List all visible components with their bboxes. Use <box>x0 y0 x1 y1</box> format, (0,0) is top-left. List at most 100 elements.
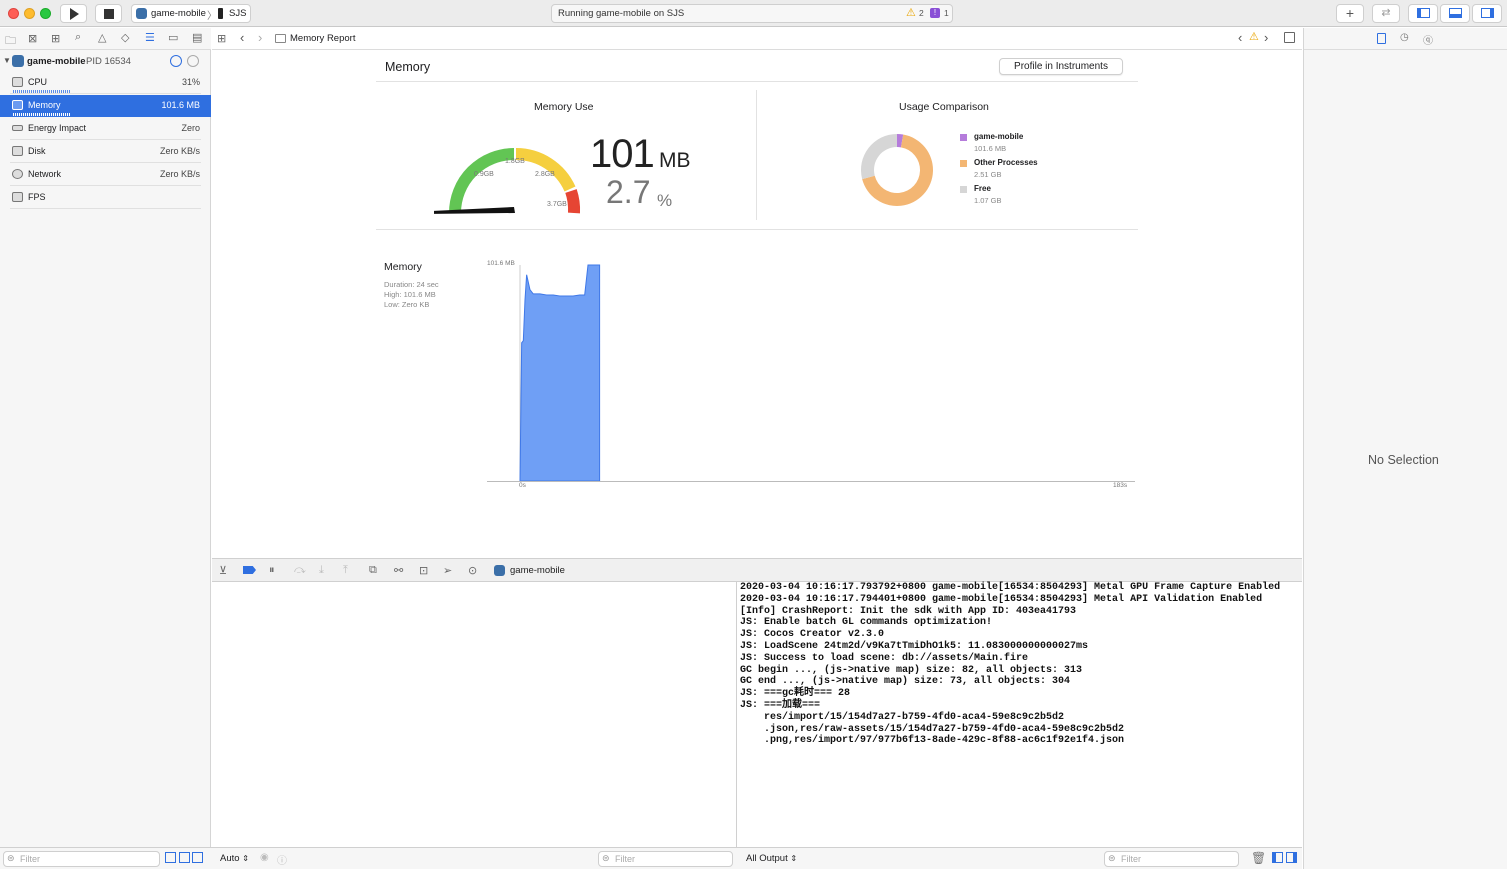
toggle-navigator-button[interactable] <box>1408 4 1438 23</box>
graph-low: Low: Zero KB <box>384 300 430 309</box>
gauge-tick-label: 0.9GB <box>474 171 494 178</box>
zoom-window-button[interactable] <box>40 8 51 19</box>
forward-chevron-icon[interactable]: › <box>258 30 262 45</box>
quick-look-eye-icon[interactable]: ◉ <box>260 852 269 863</box>
test-diamond-icon[interactable]: ◇ <box>121 31 129 44</box>
console-line: JS: LoadScene 24tm2d/v9Ka7tTmiDhO1k5: 11… <box>740 640 1089 652</box>
step-out-icon[interactable]: ⤒ <box>343 564 348 577</box>
next-issue-chevron-icon[interactable]: › <box>1264 30 1268 45</box>
issue-icon[interactable]: ! <box>930 8 940 18</box>
chevron-right-icon: 〉 <box>207 11 217 22</box>
step-over-icon[interactable]: ⤼ <box>294 564 306 577</box>
gauge-cpu[interactable]: CPU 31% <box>0 72 211 94</box>
camera-icon[interactable]: ⊙ <box>468 564 477 577</box>
disk-icon <box>12 146 23 156</box>
code-review-button[interactable]: ⇄ <box>1372 4 1400 23</box>
disclosure-triangle-icon[interactable]: ▼ <box>3 56 11 65</box>
gauge-disk[interactable]: Disk Zero KB/s <box>0 141 211 163</box>
view-hierarchy-icon[interactable]: ⧉ <box>369 564 377 577</box>
gauge-fps[interactable]: FPS <box>0 187 211 209</box>
jump-bar-title[interactable]: Memory Report <box>290 33 355 44</box>
memory-percent: 2.7 <box>606 174 651 210</box>
symbol-icon[interactable]: ⊞ <box>51 32 60 45</box>
find-icon[interactable]: ⌕ <box>75 31 81 44</box>
warning-icon[interactable]: ⚠ <box>906 6 916 19</box>
warning-icon[interactable]: ⚠ <box>1249 30 1259 43</box>
console-output[interactable]: 2020-03-04 10:16:17.793792+0800 game-mob… <box>738 582 1302 847</box>
gauge-needle <box>434 207 515 214</box>
gauge-label: FPS <box>28 192 46 202</box>
back-chevron-icon[interactable]: ‹ <box>240 30 244 45</box>
pause-status-icon[interactable] <box>187 55 199 67</box>
hide-debug-area-icon[interactable]: ⊻ <box>219 564 227 577</box>
memory-graph-icon[interactable]: ⚯ <box>394 564 403 577</box>
related-items-grid-icon[interactable]: ⊞ <box>217 32 226 45</box>
pause-icon[interactable]: ⏸ <box>269 564 275 577</box>
console-output-popup[interactable]: All Output ⇕ <box>746 853 797 864</box>
left-panel-icon <box>1417 8 1430 18</box>
memory-icon <box>12 100 23 110</box>
gauge-energy[interactable]: Energy Impact Zero <box>0 118 211 140</box>
debug-target-label[interactable]: game-mobile <box>510 565 565 576</box>
toggle-debug-area-button[interactable] <box>1440 4 1470 23</box>
output-label: All Output <box>746 853 788 864</box>
graph-title: Memory <box>384 261 422 273</box>
info-icon[interactable]: ⓘ <box>277 852 287 867</box>
filter-recent-icon[interactable] <box>165 852 176 863</box>
scheme-selector[interactable]: game-mobile 〉 SJS <box>131 4 251 23</box>
graph-high: High: 101.6 MB <box>384 290 436 299</box>
variables-scope-popup[interactable]: Auto ⇕ <box>220 853 249 864</box>
show-variables-icon[interactable] <box>1272 852 1283 863</box>
run-button[interactable] <box>60 4 87 23</box>
step-into-icon[interactable]: ⤓ <box>319 564 324 577</box>
report-icon[interactable]: ▤ <box>192 31 202 44</box>
console-line: 2020-03-04 10:16:17.793792+0800 game-mob… <box>740 582 1281 593</box>
app-icon <box>12 55 24 67</box>
navigator-filter-field[interactable]: ⊜ Filter <box>3 851 160 867</box>
filter-placeholder: Filter <box>20 854 40 864</box>
filter-threads-icon[interactable] <box>192 852 203 863</box>
source-control-icon[interactable]: ⊠ <box>28 32 37 45</box>
filter-icon: ⊜ <box>1108 853 1116 863</box>
play-icon <box>70 8 79 20</box>
gauge-memory[interactable]: Memory 101.6 MB <box>0 95 211 117</box>
history-clock-icon[interactable]: ◷ <box>1400 32 1409 43</box>
gauge-label: Memory <box>28 100 61 110</box>
gauge-network[interactable]: Network Zero KB/s <box>0 164 211 186</box>
variables-filter-field[interactable]: ⊜ Filter <box>598 851 733 867</box>
simulate-location-icon[interactable]: ➢ <box>443 564 452 577</box>
device-icon <box>218 8 223 19</box>
profile-in-instruments-button[interactable]: Profile in Instruments <box>999 58 1123 75</box>
breakpoints-toggle-icon[interactable] <box>243 566 256 574</box>
breakpoint-icon[interactable]: ▭ <box>168 31 178 44</box>
process-row[interactable]: ▼ game-mobile PID 16534 <box>0 54 211 70</box>
console-filter-field[interactable]: ⊜ Filter <box>1104 851 1239 867</box>
gauge-value: 101.6 MB <box>161 100 200 110</box>
jump-bar: ⊞ ‹ › Memory Report ‹ ⚠ › <box>212 28 1302 50</box>
help-question-icon[interactable]: ⓠ <box>1423 32 1433 47</box>
gauge-label: Network <box>28 169 62 179</box>
file-inspector-icon[interactable] <box>1377 33 1386 44</box>
scheme-label: game-mobile <box>151 8 206 19</box>
filter-grid-icon[interactable] <box>179 852 190 863</box>
add-editor-icon[interactable] <box>1284 32 1295 43</box>
minimize-window-button[interactable] <box>24 8 35 19</box>
prev-issue-chevron-icon[interactable]: ‹ <box>1238 30 1242 45</box>
filter-placeholder: Filter <box>1121 854 1141 864</box>
issue-triangle-icon[interactable]: △ <box>98 31 106 44</box>
activity-view: Running game-mobile on SJS ⚠ 2 ! 1 <box>551 4 953 23</box>
debug-status-icon[interactable] <box>170 55 182 67</box>
show-console-icon[interactable] <box>1286 852 1297 863</box>
memory-graph <box>487 264 1135 482</box>
folder-icon[interactable]: 🗀 <box>5 32 16 51</box>
environment-overrides-icon[interactable]: ⊡ <box>419 564 428 577</box>
stop-button[interactable] <box>95 4 122 23</box>
trash-icon[interactable]: 🗑 <box>1251 851 1266 865</box>
toggle-inspector-button[interactable] <box>1472 4 1502 23</box>
bottom-panel-icon <box>1449 8 1462 18</box>
gauge-label: Disk <box>28 146 46 156</box>
close-window-button[interactable] <box>8 8 19 19</box>
debug-navigator-icon[interactable]: ☰ <box>145 31 155 44</box>
app-icon <box>494 565 505 576</box>
library-button[interactable]: + <box>1336 4 1364 23</box>
